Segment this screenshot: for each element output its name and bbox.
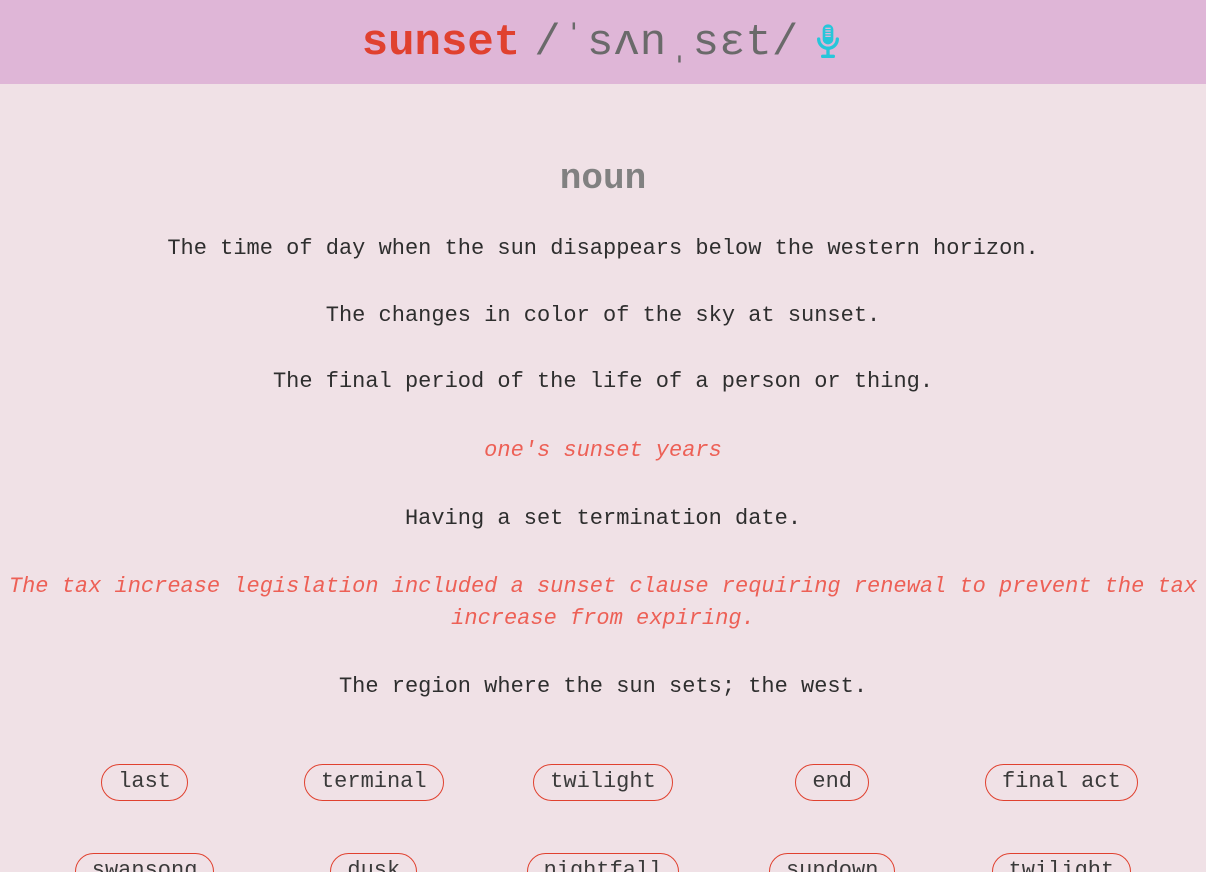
phonetic-text: /ˈsʌnˌsɛt/ <box>534 18 798 68</box>
synonym-chip[interactable]: sundown <box>769 853 895 872</box>
microphone-icon[interactable] <box>812 23 844 63</box>
part-of-speech: noun <box>0 158 1206 199</box>
synonym-chip[interactable]: final act <box>985 764 1138 801</box>
definition-text: The region where the sun sets; the west. <box>0 673 1206 702</box>
example-text: one's sunset years <box>0 435 1206 467</box>
synonym-chip[interactable]: terminal <box>304 764 444 801</box>
synonym-chip[interactable]: twilight <box>533 764 673 801</box>
synonym-chip[interactable]: twilight <box>992 853 1132 872</box>
definition-text: The changes in color of the sky at sunse… <box>0 302 1206 331</box>
synonym-chip[interactable]: swansong <box>75 853 215 872</box>
synonym-chip[interactable]: end <box>795 764 869 801</box>
synonyms-grid: last terminal twilight end final act swansong… <box>0 740 1206 872</box>
example-text: The tax increase legislation included a … <box>0 571 1206 635</box>
entry-content: noun The time of day when the sun disapp… <box>0 84 1206 872</box>
synonym-chip[interactable]: last <box>101 764 188 801</box>
header-bar: sunset /ˈsʌnˌsɛt/ <box>0 0 1206 84</box>
headword: sunset <box>362 18 520 68</box>
synonym-chip[interactable]: nightfall <box>527 853 680 872</box>
definition-text: The time of day when the sun disappears … <box>0 235 1206 264</box>
definition-text: The final period of the life of a person… <box>0 368 1206 397</box>
definition-text: Having a set termination date. <box>0 505 1206 534</box>
synonym-chip[interactable]: dusk <box>330 853 417 872</box>
